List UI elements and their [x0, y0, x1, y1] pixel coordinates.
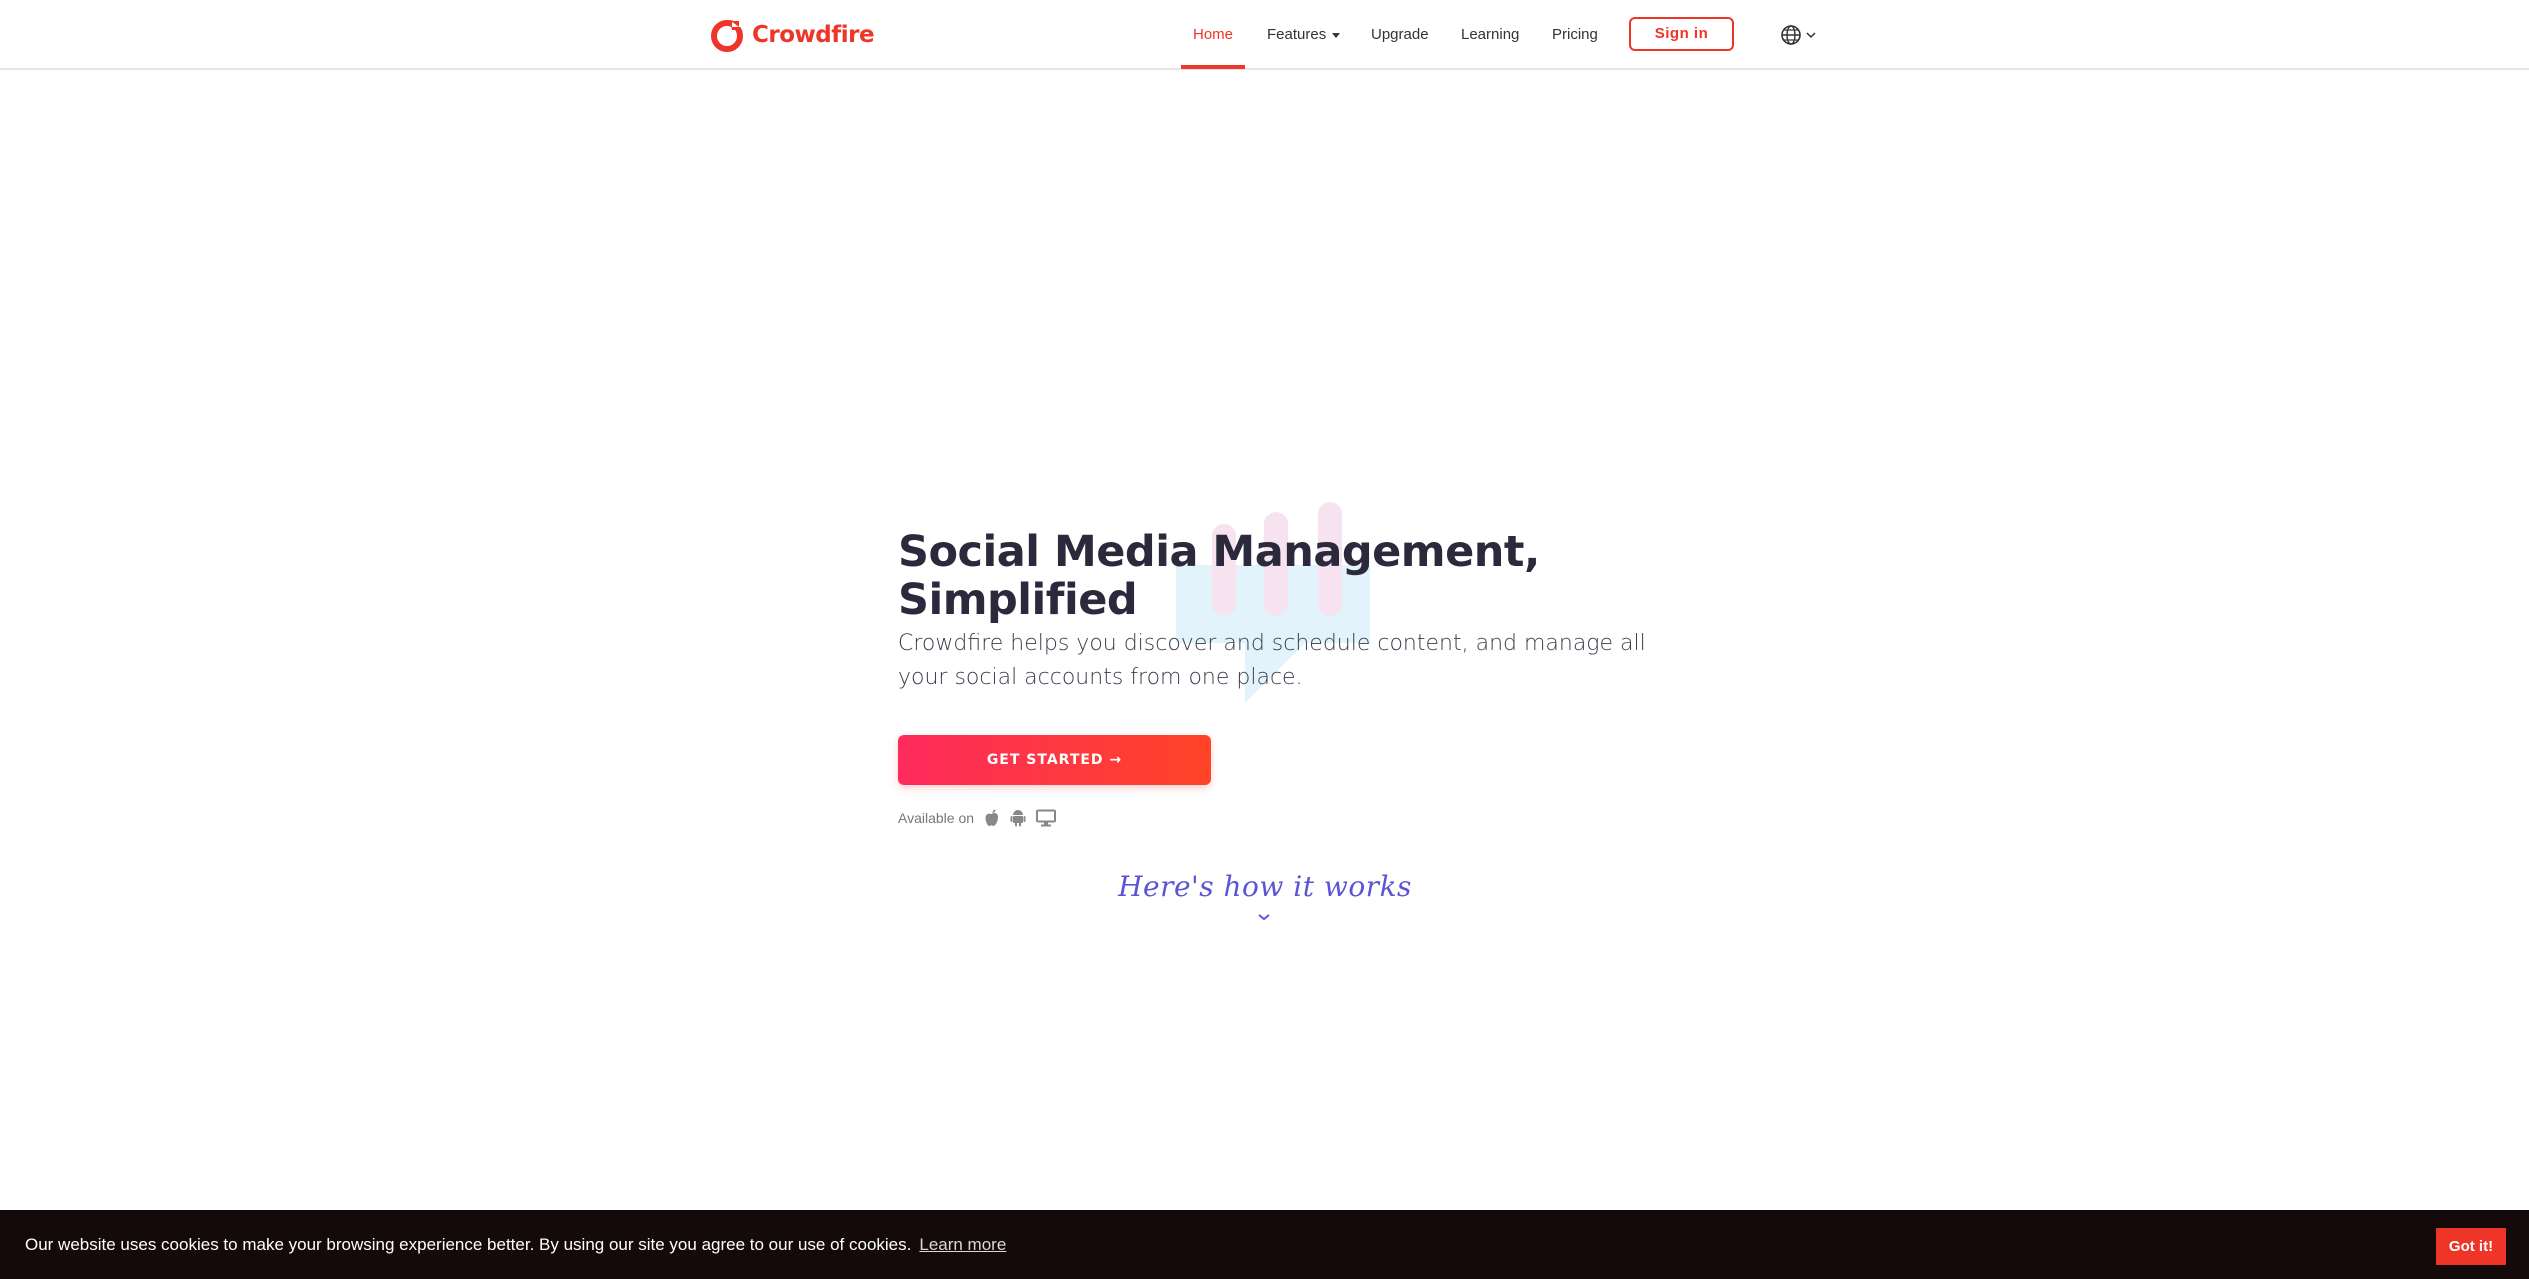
desktop-icon[interactable]	[1036, 809, 1057, 827]
available-platforms: Available on	[898, 808, 1057, 828]
learn-more-link[interactable]: Learn more	[919, 1235, 1006, 1254]
nav-features-label: Features	[1267, 26, 1327, 43]
caret-down-icon	[1332, 32, 1341, 38]
hero-title-line2: Simplified	[898, 575, 1138, 625]
chevron-down-icon[interactable]	[1257, 912, 1271, 922]
nav-pricing[interactable]: Pricing	[1552, 0, 1598, 70]
active-nav-indicator	[1181, 65, 1245, 69]
apple-icon[interactable]	[984, 809, 1000, 827]
hero-title: Social Media Management, Simplified	[898, 528, 1598, 624]
cookie-text: Our website uses cookies to make your br…	[25, 1235, 912, 1254]
language-selector[interactable]	[1780, 24, 1816, 46]
available-on-label: Available on	[898, 810, 975, 826]
globe-icon	[1781, 25, 1801, 45]
hero-subtitle: Crowdfire helps you discover and schedul…	[898, 631, 1646, 690]
cookie-message: Our website uses cookies to make your br…	[25, 1210, 1006, 1279]
chevron-down-icon	[1806, 32, 1816, 39]
android-icon[interactable]	[1010, 809, 1026, 827]
cookie-consent-bar: Our website uses cookies to make your br…	[0, 1210, 2529, 1279]
nav-upgrade[interactable]: Upgrade	[1371, 0, 1429, 70]
logo-text: Crowdfire	[752, 22, 875, 48]
accept-cookies-button[interactable]: Got it!	[2436, 1228, 2506, 1265]
nav-features[interactable]: Features	[1267, 0, 1341, 70]
nav-home[interactable]: Home	[1193, 0, 1233, 70]
hero-title-line1: Social Media Management,	[898, 527, 1540, 577]
top-navbar: Crowdfire Home Features Upgrade Learning…	[0, 0, 2529, 70]
how-it-works-link[interactable]: Here's how it works	[1100, 870, 1430, 903]
crowdfire-logo[interactable]: Crowdfire	[710, 18, 875, 52]
get-started-button[interactable]: GET STARTED →	[898, 735, 1211, 785]
crowdfire-logo-icon	[711, 20, 743, 52]
sign-in-button[interactable]: Sign in	[1629, 17, 1734, 51]
nav-learning[interactable]: Learning	[1461, 0, 1519, 70]
